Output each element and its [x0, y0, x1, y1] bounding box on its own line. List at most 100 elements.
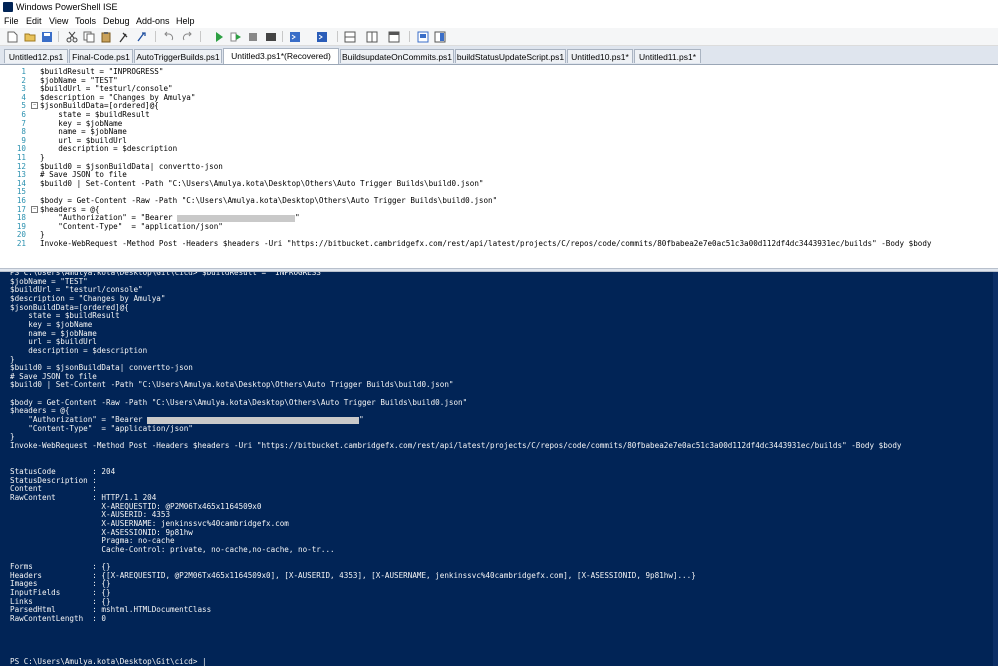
- code-text: Headers : {[X-AREQUESTID, @P2M06Tx465x11…: [10, 570, 696, 580]
- undo-icon[interactable]: [163, 30, 175, 42]
- powershell-app-icon: [3, 2, 13, 12]
- script-editor[interactable]: 1 $buildResult = "INPROGRESS" 2 $jobName = …: [0, 65, 998, 268]
- copy-icon[interactable]: [83, 30, 95, 43]
- tab-untitled10[interactable]: Untitled10.ps1*: [567, 49, 633, 63]
- fold-toggle-icon[interactable]: −: [31, 205, 38, 213]
- console-line: X-AUSERNAME: jenkinssvc%40cambridgefx.co…: [10, 518, 289, 528]
- code-text: state = $buildResult: [10, 311, 120, 321]
- menu-view[interactable]: View: [49, 15, 68, 28]
- menu-file[interactable]: File: [4, 15, 19, 28]
- code-text: Invoke-WebRequest -Method Post -Headers …: [10, 441, 902, 450]
- console-scrollbar[interactable]: [993, 272, 998, 666]
- tab-buildstatusupdatescript[interactable]: buildStatusUpdateScript.ps1: [455, 49, 566, 63]
- cut-icon[interactable]: [66, 30, 78, 43]
- window-title: Windows PowerShell ISE: [16, 2, 118, 12]
- clear-icon[interactable]: [117, 30, 129, 43]
- console-line: RawContent : HTTP/1.1 204: [10, 493, 156, 502]
- console-line: name = $jobName: [10, 329, 97, 338]
- code-text: X-AUSERID: 4353: [10, 510, 171, 520]
- toolbar: [0, 28, 998, 46]
- console-line: description = $description: [10, 346, 147, 355]
- save-icon[interactable]: [41, 30, 53, 42]
- menu-addons[interactable]: Add-ons: [136, 15, 170, 28]
- code-text: X-AUSERNAME: jenkinssvc%40cambridgefx.co…: [10, 518, 289, 528]
- open-icon[interactable]: [24, 30, 36, 42]
- code-text: description = $description: [10, 345, 148, 355]
- tab-untitled12[interactable]: Untitled12.ps1: [4, 49, 68, 63]
- menu-bar: File Edit View Tools Debug Add-ons Help: [0, 15, 998, 28]
- editor-line: 21 Invoke-WebRequest -Method Post -Header…: [0, 239, 998, 248]
- menu-debug[interactable]: Debug: [103, 15, 130, 28]
- code-text: Content :: [10, 484, 97, 494]
- stop-icon[interactable]: [247, 30, 259, 42]
- code-text: url = $buildUrl: [10, 337, 97, 347]
- console-line: ParsedHtml : mshtml.HTMLDocumentClass: [10, 605, 211, 614]
- run-selection-icon[interactable]: [230, 30, 242, 42]
- redacted-token: [177, 214, 296, 222]
- console-line: $body = Get-Content -Raw -Path "C:\Users…: [10, 398, 467, 407]
- tab-untitled11[interactable]: Untitled11.ps1*: [634, 49, 701, 63]
- menu-edit[interactable]: Edit: [26, 15, 42, 28]
- code-text: }: [10, 432, 15, 442]
- console-line: $build0 = $jsonBuildData| convertto-json: [10, 363, 193, 372]
- code-text: key = $jobName: [10, 319, 93, 329]
- code-text: Images : {}: [10, 579, 111, 589]
- code-text: Pragma: no-cache: [10, 536, 175, 546]
- code-text: Forms : {}: [10, 562, 111, 572]
- fold-toggle-icon[interactable]: −: [31, 102, 38, 110]
- code-text: $build0 = $jsonBuildData| convertto-json: [10, 363, 193, 373]
- new-remote-tab-icon[interactable]: [265, 30, 277, 42]
- code-text: Invoke-WebRequest -Method Post -Headers …: [40, 239, 932, 248]
- console-line: X-AREQUESTID: @P2M06Tx465x1164509x0: [10, 502, 261, 511]
- console-line: PS C:\Users\Amulya.kota\Desktop\Git\cicd…: [10, 657, 207, 666]
- console-line: "Authorization" = "Bearer ": [10, 415, 364, 425]
- redo-icon[interactable]: [181, 30, 193, 42]
- code-text: $description = "Changes by Amulya": [10, 293, 166, 303]
- show-script-pane-maximized-icon[interactable]: [388, 30, 400, 43]
- redacted-token: [147, 416, 360, 424]
- code-text: $jobName = "TEST": [10, 276, 88, 286]
- run-icon[interactable]: [213, 30, 225, 42]
- run-script-icon[interactable]: [136, 30, 148, 42]
- start-powershell-icon[interactable]: [289, 30, 301, 42]
- show-command-addon-icon[interactable]: [434, 30, 446, 43]
- console-line: $build0 | Set-Content -Path "C:\Users\Am…: [10, 380, 453, 389]
- tab-autotriggerbuilds[interactable]: AutoTriggerBuilds.ps1: [134, 49, 222, 63]
- console-line: InputFields : {}: [10, 588, 111, 597]
- tab-final-code[interactable]: Final-Code.ps1: [69, 49, 133, 63]
- console-line: $jobName = "TEST": [10, 277, 88, 286]
- code-text: $buildUrl = "testurl/console": [10, 285, 143, 295]
- console-line: Forms : {}: [10, 562, 111, 571]
- title-bar: Windows PowerShell ISE: [0, 0, 998, 15]
- new-file-icon[interactable]: [6, 30, 18, 43]
- code-text: X-AREQUESTID: @P2M06Tx465x1164509x0: [10, 501, 262, 511]
- console-pane[interactable]: PS C:\Users\Amulya.kota\Desktop\Git\cicd…: [0, 272, 998, 666]
- code-text: StatusDescription :: [10, 475, 97, 485]
- code-line: Invoke-WebRequest -Method Post -Headers …: [40, 239, 932, 248]
- show-script-pane-top-icon[interactable]: [344, 30, 356, 43]
- code-text: InputFields : {}: [10, 588, 111, 598]
- console-line: url = $buildUrl: [10, 337, 97, 346]
- code-text: $build0 | Set-Content -Path "C:\Users\Am…: [10, 380, 454, 390]
- menu-tools[interactable]: Tools: [75, 15, 96, 28]
- code-text: StatusCode : 204: [10, 466, 116, 476]
- code-text: $body = Get-Content -Raw -Path "C:\Users…: [10, 397, 468, 407]
- code-text: $jsonBuildData=[ordered]@{: [10, 302, 129, 312]
- show-script-pane-right-icon[interactable]: [366, 30, 378, 43]
- show-command-window-icon[interactable]: [417, 30, 429, 43]
- code-text: RawContentLength : 0: [10, 614, 107, 623]
- console-line: Pragma: no-cache: [10, 536, 175, 546]
- code-text: ParsedHtml : mshtml.HTMLDocumentClass: [10, 605, 212, 615]
- console-line: Cache-Control: private, no-cache,no-cach…: [10, 545, 334, 554]
- code-text-tail: ": [359, 415, 364, 425]
- tab-buildsupdateoncommits[interactable]: BuildsupdateOnCommits.ps1: [340, 49, 454, 63]
- powershell-console-icon[interactable]: [316, 30, 328, 42]
- console-line: RawContentLength : 0: [10, 614, 106, 623]
- console-line: key = $jobName: [10, 320, 92, 329]
- code-text: "Content-Type" = "application/json": [10, 423, 193, 433]
- tab-untitled3-recovered[interactable]: Untitled3.ps1*(Recovered): [223, 48, 339, 64]
- menu-help[interactable]: Help: [176, 15, 195, 28]
- code-text: X-ASESSIONID: 9p81hw: [10, 527, 193, 537]
- paste-icon[interactable]: [100, 30, 112, 43]
- console-line: $buildUrl = "testurl/console": [10, 285, 143, 294]
